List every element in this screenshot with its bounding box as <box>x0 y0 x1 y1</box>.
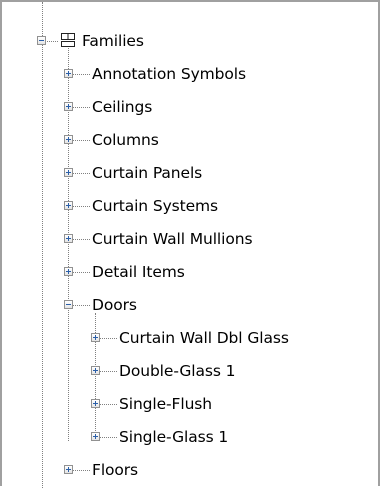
tree-node-label: Doors <box>92 296 137 314</box>
tree-node-curtain-wall-dbl-glass[interactable]: Curtain Wall Dbl Glass <box>2 321 378 355</box>
tree-node-label: Ceilings <box>92 98 153 116</box>
expand-toggle[interactable] <box>91 333 100 342</box>
tree-node-doors[interactable]: Doors <box>2 288 378 322</box>
tree-node-label: Curtain Systems <box>92 197 219 215</box>
project-browser-panel: Families Annotation Symbols Ceilings Col… <box>0 0 380 488</box>
tree-node-detail-items[interactable]: Detail Items <box>2 255 378 289</box>
tree-node-floors[interactable]: Floors <box>2 453 378 487</box>
collapse-toggle-families[interactable] <box>37 36 46 45</box>
expand-toggle[interactable] <box>64 69 73 78</box>
tree-node-single-flush[interactable]: Single-Flush <box>2 387 378 421</box>
tree-node-label: Detail Items <box>92 263 185 281</box>
tree-node-label: Double-Glass 1 <box>119 362 236 380</box>
expand-toggle[interactable] <box>64 234 73 243</box>
tree-node-columns[interactable]: Columns <box>2 123 378 157</box>
tree-node-label: Columns <box>92 131 159 149</box>
expand-toggle[interactable] <box>91 399 100 408</box>
expand-toggle[interactable] <box>64 135 73 144</box>
tree-node-ceilings[interactable]: Ceilings <box>2 90 378 124</box>
tree-node-curtain-panels[interactable]: Curtain Panels <box>2 156 378 190</box>
tree-node-families[interactable]: Families <box>2 24 378 58</box>
tree-node-annotation-symbols[interactable]: Annotation Symbols <box>2 57 378 91</box>
tree-node-label: Families <box>82 32 144 50</box>
expand-toggle[interactable] <box>64 102 73 111</box>
tree-node-label: Annotation Symbols <box>92 65 246 83</box>
expand-toggle[interactable] <box>91 432 100 441</box>
tree-node-double-glass-1[interactable]: Double-Glass 1 <box>2 354 378 388</box>
expand-toggle[interactable] <box>64 201 73 210</box>
tree-node-curtain-wall-mullions[interactable]: Curtain Wall Mullions <box>2 222 378 256</box>
tree-node-single-glass-1[interactable]: Single-Glass 1 <box>2 420 378 454</box>
families-icon <box>61 33 75 47</box>
tree-node-label: Floors <box>92 461 139 479</box>
expand-toggle[interactable] <box>64 465 73 474</box>
collapse-toggle[interactable] <box>64 300 73 309</box>
expand-toggle[interactable] <box>91 366 100 375</box>
tree-node-curtain-systems[interactable]: Curtain Systems <box>2 189 378 223</box>
tree-node-label: Single-Glass 1 <box>119 428 229 446</box>
expand-toggle[interactable] <box>64 168 73 177</box>
tree-node-label: Curtain Wall Dbl Glass <box>119 329 289 347</box>
tree-node-label: Curtain Wall Mullions <box>92 230 253 248</box>
tree-node-label: Curtain Panels <box>92 164 203 182</box>
families-tree: Families Annotation Symbols Ceilings Col… <box>2 2 378 488</box>
expand-toggle[interactable] <box>64 267 73 276</box>
tree-node-label: Single-Flush <box>119 395 212 413</box>
